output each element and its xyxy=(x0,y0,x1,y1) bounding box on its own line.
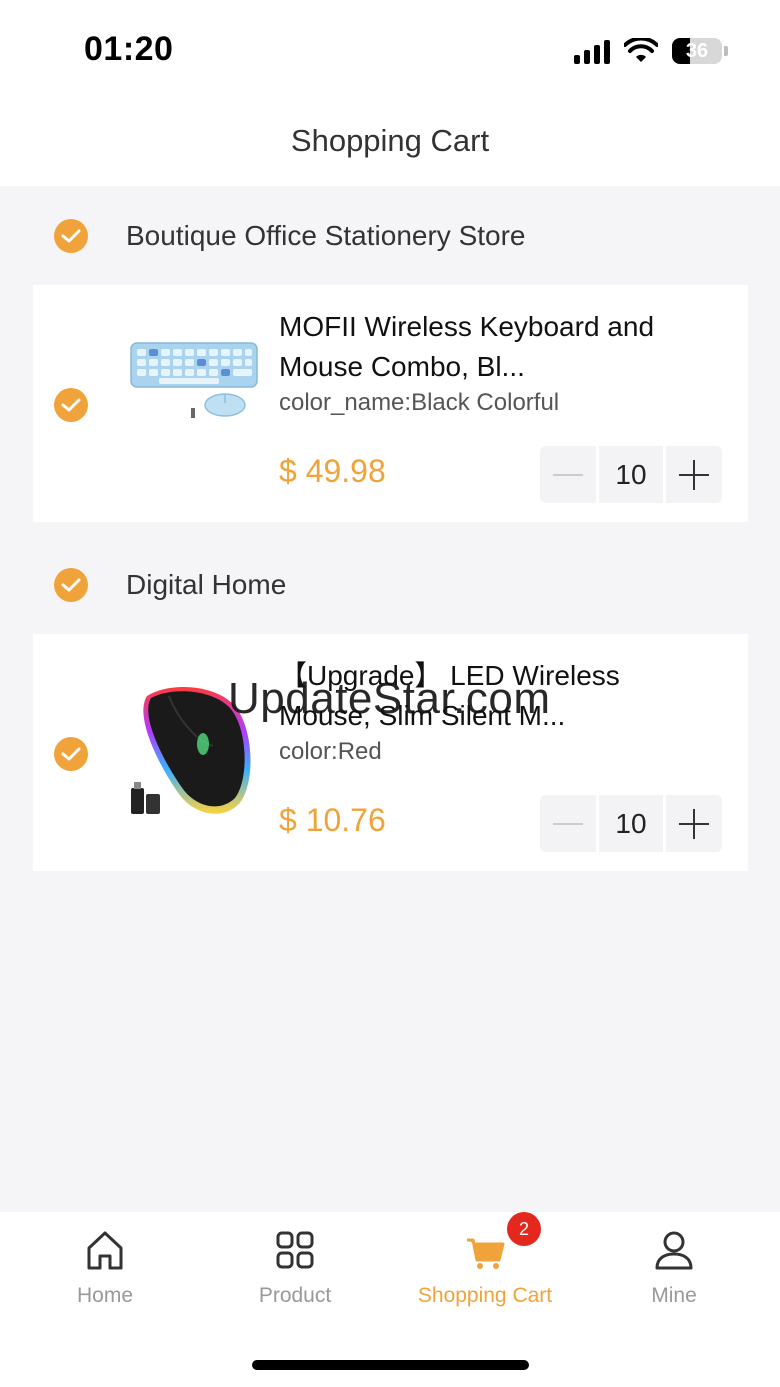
wireless-mouse-product-image[interactable] xyxy=(129,682,261,822)
tab-shopping-cart[interactable]: 2 Shopping Cart xyxy=(390,1212,580,1322)
tab-label: Product xyxy=(258,1284,332,1307)
quantity-value[interactable]: 10 xyxy=(599,795,663,852)
item-price: $ 10.76 xyxy=(279,802,386,838)
store-name[interactable]: Digital Home xyxy=(126,569,286,601)
tab-label: Shopping Cart xyxy=(417,1284,553,1307)
tab-label: Home xyxy=(76,1284,134,1307)
tab-label: Mine xyxy=(651,1284,697,1307)
decrease-quantity-button[interactable] xyxy=(540,795,596,852)
plus-icon xyxy=(679,808,709,839)
item-select-checkbox[interactable] xyxy=(54,737,88,771)
store-select-checkbox[interactable] xyxy=(54,568,88,602)
tab-product[interactable]: Product xyxy=(200,1212,390,1322)
home-indicator[interactable] xyxy=(252,1360,529,1370)
navigation-bar: Shopping Cart xyxy=(0,100,780,186)
item-select-checkbox[interactable] xyxy=(54,388,88,422)
battery-icon: 36 xyxy=(672,38,722,64)
grid-icon xyxy=(276,1231,314,1269)
minus-icon xyxy=(553,822,583,825)
home-icon xyxy=(87,1231,123,1270)
cart-count-badge: 2 xyxy=(507,1212,541,1246)
store-name[interactable]: Boutique Office Stationery Store xyxy=(126,220,526,252)
status-bar: 01:20 36 xyxy=(0,0,780,100)
person-icon xyxy=(655,1231,693,1270)
checkmark-icon xyxy=(61,398,81,412)
checkmark-icon xyxy=(61,229,81,243)
battery-tip xyxy=(724,46,728,56)
item-title[interactable]: MOFII Wireless Keyboard and Mouse Combo,… xyxy=(279,307,719,387)
cart-icon xyxy=(467,1238,505,1269)
status-time: 01:20 xyxy=(84,30,174,68)
quantity-value[interactable]: 10 xyxy=(599,446,663,503)
tab-home[interactable]: Home xyxy=(10,1212,200,1322)
store-header: Digital Home xyxy=(0,536,780,634)
battery-level: 36 xyxy=(685,40,709,62)
item-price: $ 49.98 xyxy=(279,453,386,489)
item-variant[interactable]: color:Red xyxy=(279,738,382,766)
item-title[interactable]: 【Upgrade】 LED Wireless Mouse, Slim Silen… xyxy=(279,656,719,736)
wifi-icon xyxy=(624,38,658,62)
quantity-stepper: 10 xyxy=(540,795,722,852)
quantity-stepper: 10 xyxy=(540,446,722,503)
store-select-checkbox[interactable] xyxy=(54,219,88,253)
increase-quantity-button[interactable] xyxy=(666,795,722,852)
tab-mine[interactable]: Mine xyxy=(579,1212,769,1322)
cellular-signal-icon xyxy=(574,38,610,64)
status-icons: 36 xyxy=(574,36,728,66)
keyboard-mouse-product-image[interactable] xyxy=(129,325,261,425)
increase-quantity-button[interactable] xyxy=(666,446,722,503)
store-header: Boutique Office Stationery Store xyxy=(0,187,780,285)
item-variant[interactable]: color_name:Black Colorful xyxy=(279,389,559,417)
cart-item[interactable]: 【Upgrade】 LED Wireless Mouse, Slim Silen… xyxy=(33,634,748,871)
cart-item[interactable]: MOFII Wireless Keyboard and Mouse Combo,… xyxy=(33,285,748,522)
plus-icon xyxy=(679,459,709,490)
page-title: Shopping Cart xyxy=(290,123,490,158)
decrease-quantity-button[interactable] xyxy=(540,446,596,503)
checkmark-icon xyxy=(61,747,81,761)
checkmark-icon xyxy=(61,578,81,592)
minus-icon xyxy=(553,473,583,476)
